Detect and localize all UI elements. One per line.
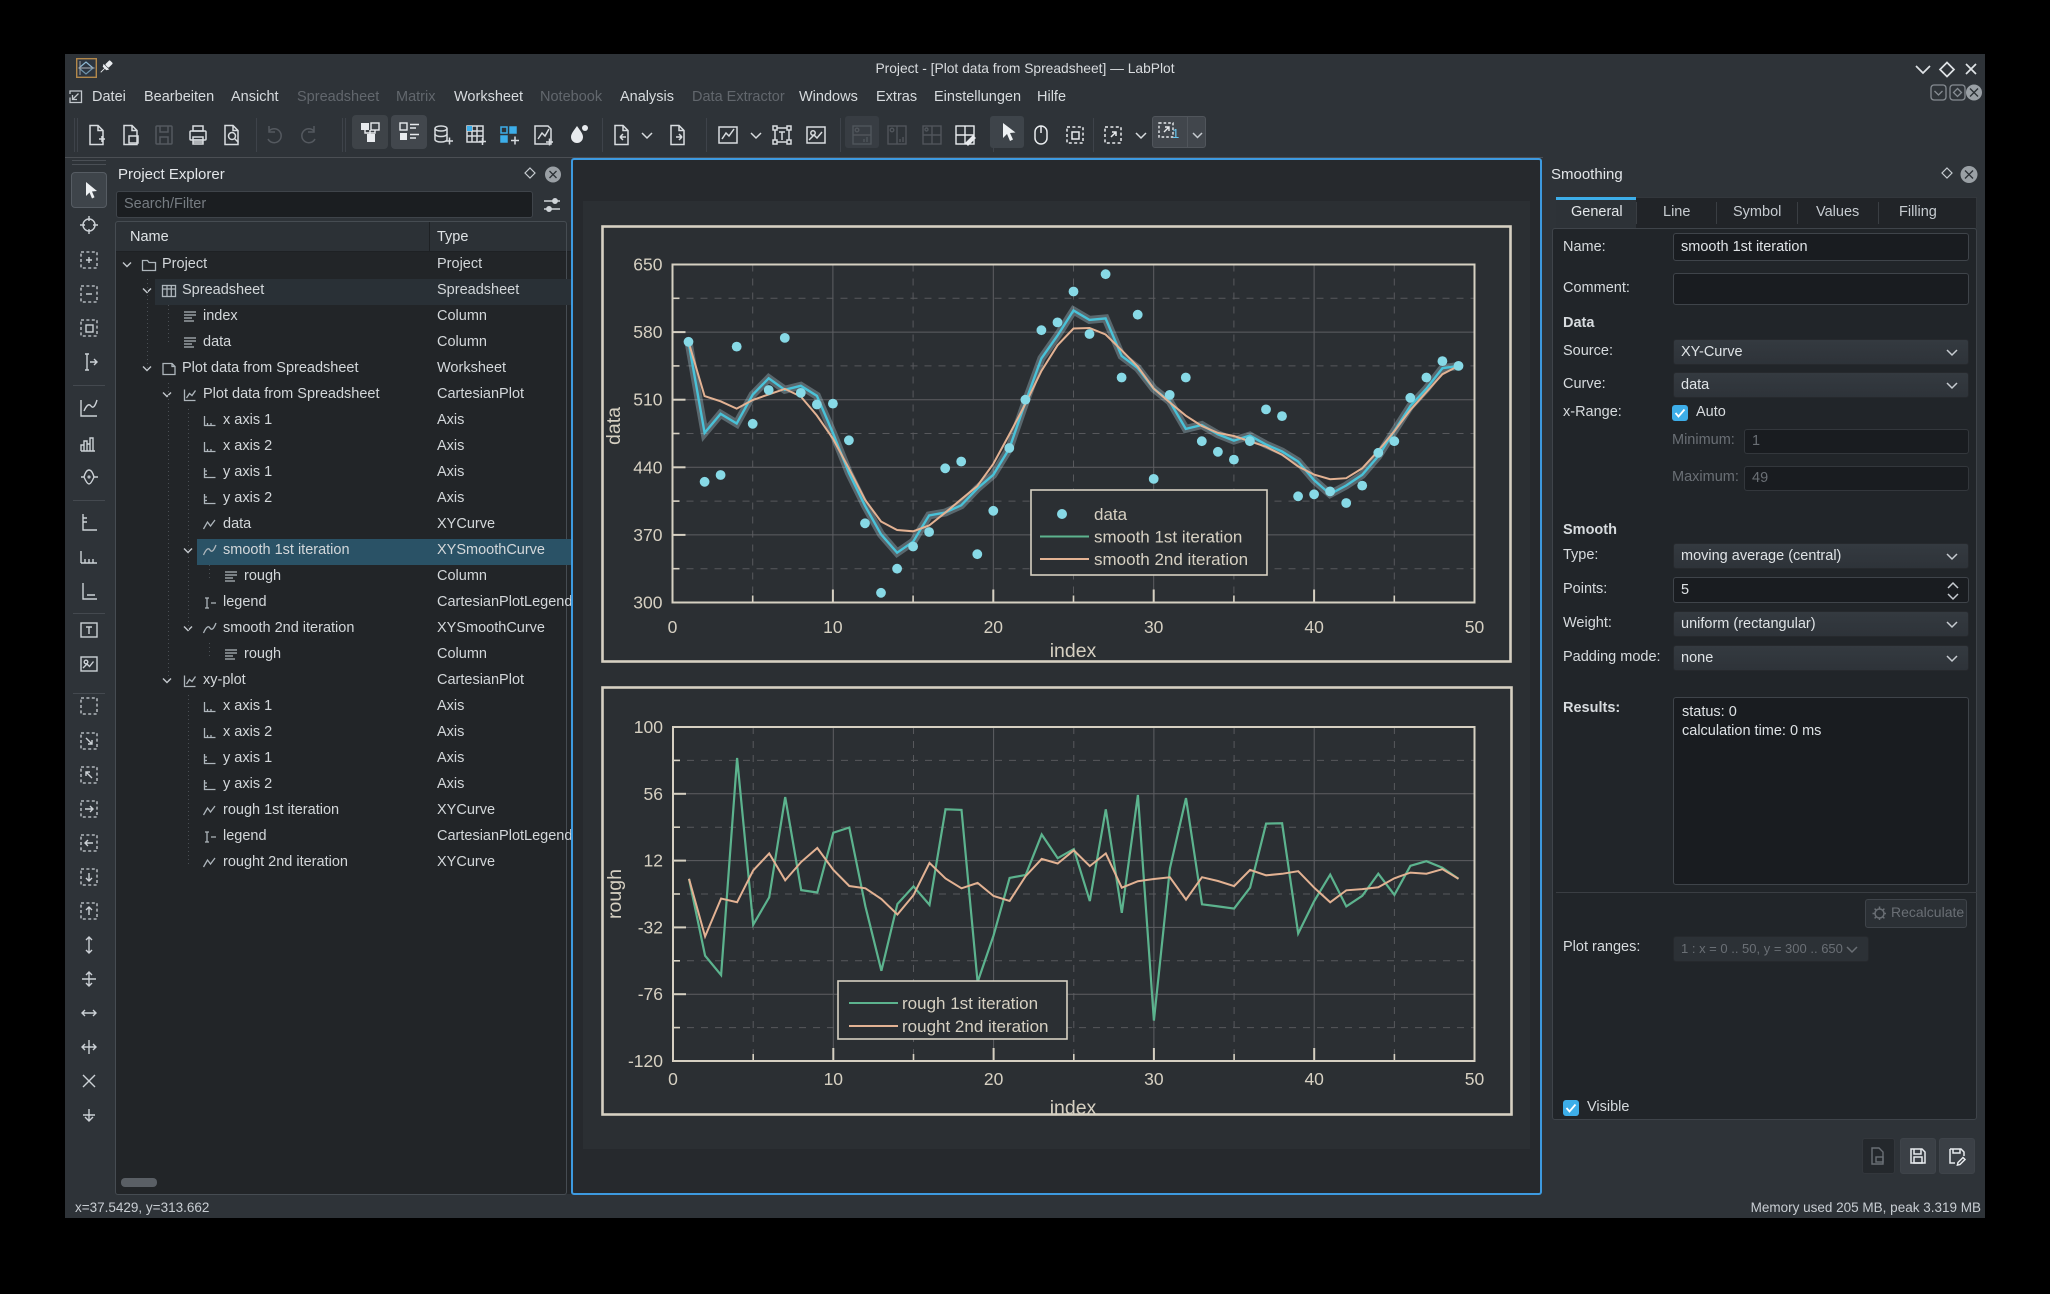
svg-text:100: 100	[634, 717, 663, 737]
svg-text:0: 0	[668, 617, 678, 637]
svg-text:index: index	[1050, 1097, 1097, 1116]
svg-text:40: 40	[1304, 617, 1324, 637]
svg-text:40: 40	[1304, 1069, 1324, 1089]
svg-text:20: 20	[984, 1069, 1004, 1089]
svg-text:370: 370	[633, 525, 662, 545]
svg-text:rought 2nd iteration: rought 2nd iteration	[902, 1017, 1049, 1036]
svg-text:data: data	[603, 407, 625, 445]
svg-text:smooth 2nd iteration: smooth 2nd iteration	[1094, 550, 1248, 569]
svg-text:300: 300	[633, 593, 662, 613]
svg-text:index: index	[1050, 640, 1097, 662]
svg-text:0: 0	[668, 1069, 678, 1089]
svg-text:510: 510	[633, 390, 662, 410]
svg-text:50: 50	[1465, 617, 1485, 637]
svg-text:-32: -32	[638, 917, 663, 937]
svg-text:50: 50	[1465, 1069, 1485, 1089]
svg-text:30: 30	[1144, 1069, 1164, 1089]
svg-text:10: 10	[824, 1069, 844, 1089]
svg-text:20: 20	[984, 617, 1004, 637]
svg-text:30: 30	[1144, 617, 1164, 637]
svg-text:rough: rough	[604, 869, 626, 919]
svg-text:580: 580	[633, 322, 662, 342]
svg-text:rough 1st iteration: rough 1st iteration	[902, 994, 1038, 1013]
svg-text:56: 56	[644, 784, 663, 804]
svg-text:data: data	[1094, 505, 1128, 524]
svg-text:440: 440	[633, 457, 662, 477]
svg-text:650: 650	[633, 255, 662, 275]
svg-text:12: 12	[644, 851, 663, 871]
svg-text:smooth 1st iteration: smooth 1st iteration	[1094, 528, 1242, 547]
svg-text:10: 10	[823, 617, 843, 637]
svg-text:-120: -120	[628, 1051, 663, 1071]
svg-text:-76: -76	[638, 984, 663, 1004]
